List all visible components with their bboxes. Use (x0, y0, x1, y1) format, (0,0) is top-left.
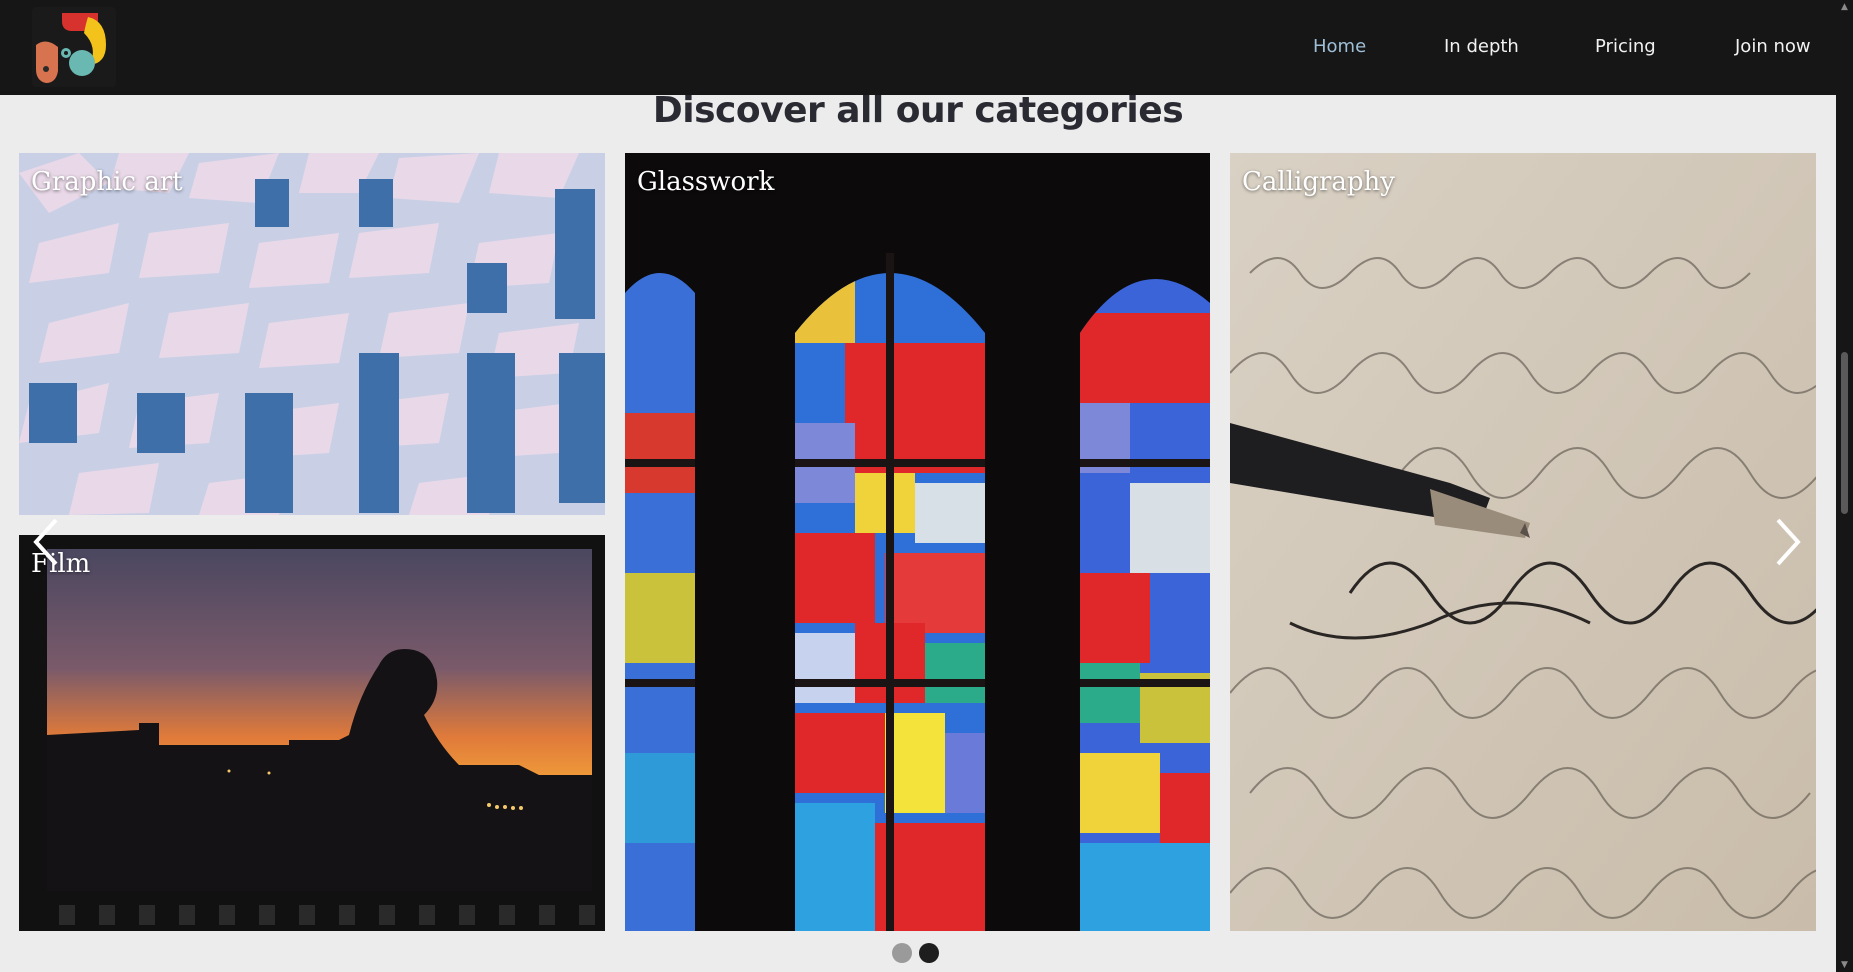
scroll-up-icon[interactable]: ▲ (1836, 0, 1853, 14)
carousel-indicators (892, 943, 944, 965)
category-label: Graphic art (31, 167, 183, 197)
top-navbar: Home In depth Pricing Join now (0, 0, 1836, 95)
nav-pricing[interactable]: Pricing (1595, 36, 1656, 57)
category-card-film[interactable]: Film (19, 535, 605, 931)
scroll-down-icon[interactable]: ▼ (1836, 958, 1853, 972)
glasswork-image (625, 153, 1210, 931)
carousel-dot-1[interactable] (892, 943, 912, 963)
film-image (19, 535, 605, 931)
scroll-thumb[interactable] (1841, 352, 1848, 514)
carousel-next-button[interactable] (1766, 512, 1806, 572)
logo[interactable] (32, 7, 116, 87)
graphic-art-image (19, 153, 605, 515)
category-card-graphic-art[interactable]: Graphic art (19, 153, 605, 515)
nav-in-depth[interactable]: In depth (1444, 36, 1519, 57)
category-card-glasswork[interactable]: Glasswork (625, 153, 1210, 931)
category-label: Glasswork (637, 167, 775, 197)
calligraphy-image (1230, 153, 1816, 931)
chevron-right-icon (1776, 518, 1801, 566)
chevron-left-icon (33, 518, 58, 566)
carousel-dot-2-active[interactable] (919, 943, 939, 963)
category-card-calligraphy[interactable]: Calligraphy (1230, 153, 1816, 931)
page-scrollbar[interactable]: ▲ ▼ (1836, 0, 1853, 972)
nav-home[interactable]: Home (1313, 36, 1366, 57)
section-title: Discover all our categories (652, 90, 1184, 131)
nav-join-now[interactable]: Join now (1735, 36, 1811, 57)
category-label: Calligraphy (1242, 167, 1395, 197)
carousel-prev-button[interactable] (28, 512, 68, 572)
